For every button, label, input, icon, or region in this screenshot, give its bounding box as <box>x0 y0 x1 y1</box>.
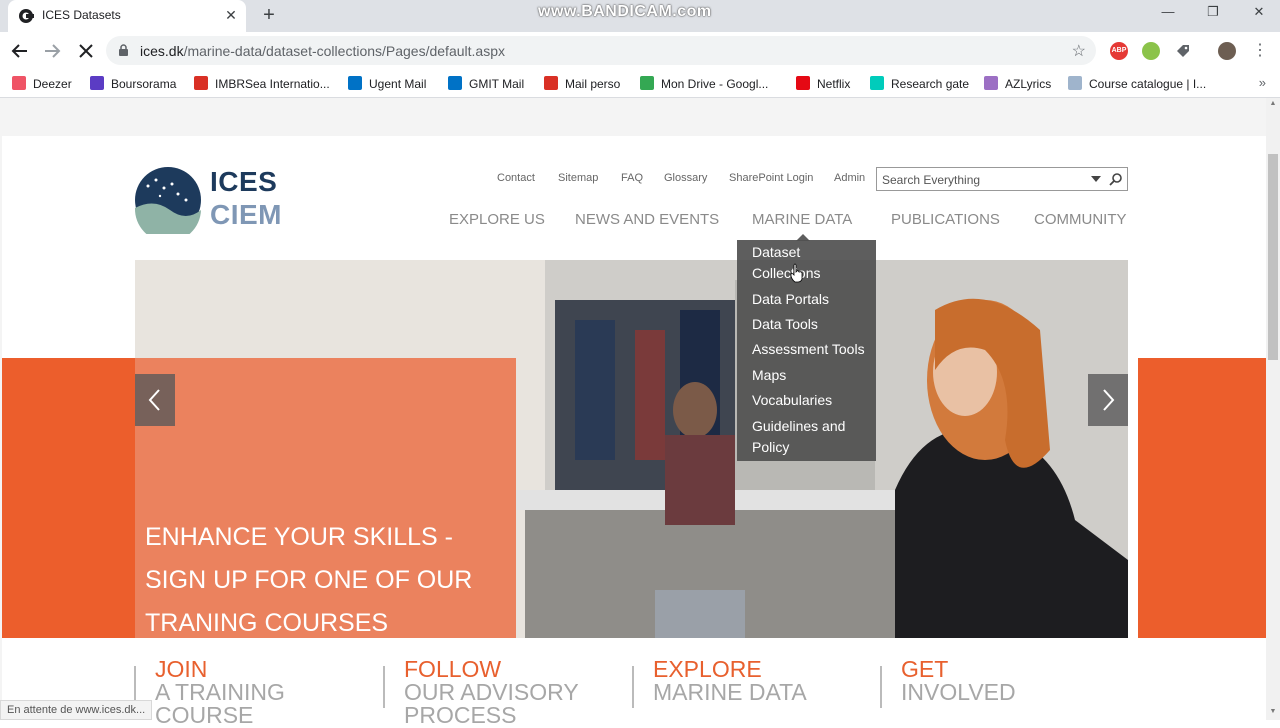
page-scrollbar[interactable]: ▲ ▼ <box>1266 98 1280 720</box>
dropdown-item-guidelines-and-policy[interactable]: Guidelines and Policy <box>752 416 845 458</box>
cta-divider <box>632 666 634 708</box>
bookmark-netflix[interactable]: Netflix <box>796 76 850 92</box>
restore-button[interactable]: ❐ <box>1193 4 1233 24</box>
tab-title: ICES Datasets <box>42 8 121 22</box>
back-arrow-icon[interactable] <box>8 40 32 62</box>
azlyrics-icon <box>984 76 998 90</box>
link-contact[interactable]: Contact <box>497 172 535 184</box>
bookmarks-bar: Deezer Boursorama IMBRSea Internatio... … <box>0 70 1280 98</box>
tag-extension-icon[interactable] <box>1174 42 1192 60</box>
netflix-icon <box>796 76 810 90</box>
bookmark-research-gate[interactable]: Research gate <box>870 76 969 92</box>
extension-color-icon[interactable] <box>1142 42 1160 60</box>
minimize-button[interactable]: — <box>1148 4 1188 24</box>
carousel-prev-arrow-icon[interactable] <box>135 374 175 426</box>
nav-explore-us[interactable]: EXPLORE US <box>449 211 545 228</box>
hero-headline[interactable]: ENHANCE YOUR SKILLS - SIGN UP FOR ONE OF… <box>145 516 472 638</box>
hero-carousel[interactable]: ENHANCE YOUR SKILLS - SIGN UP FOR ONE OF… <box>135 260 1128 638</box>
dropdown-item-dataset-collections[interactable]: Dataset Collections <box>752 242 820 284</box>
browser-menu-icon[interactable]: ⋮ <box>1248 40 1272 62</box>
hero-band-right <box>1138 358 1266 638</box>
dropdown-item-data-portals[interactable]: Data Portals <box>752 289 829 310</box>
link-glossary[interactable]: Glossary <box>664 172 707 184</box>
deezer-icon <box>12 76 26 90</box>
bookmark-boursorama[interactable]: Boursorama <box>90 76 176 92</box>
search-input[interactable]: Search Everything <box>882 173 980 187</box>
search-icon[interactable] <box>1109 172 1123 186</box>
url-text: ices.dk/marine-data/dataset-collections/… <box>140 43 505 59</box>
recorder-watermark: www.BANDICAM.com <box>538 3 712 20</box>
outlook-icon <box>348 76 362 90</box>
link-sitemap[interactable]: Sitemap <box>558 172 598 184</box>
address-bar[interactable]: ices.dk/marine-data/dataset-collections/… <box>106 36 1096 65</box>
ices-logo[interactable]: ICES CIEM <box>134 166 282 234</box>
cta-join-training[interactable]: JOIN A TRAINING COURSE <box>155 658 285 727</box>
bookmark-course-catalogue[interactable]: Course catalogue | I... <box>1068 76 1206 92</box>
logo-text-ciem: CIEM <box>210 199 282 230</box>
hero-overlay: ENHANCE YOUR SKILLS - SIGN UP FOR ONE OF… <box>135 358 516 638</box>
marine-data-dropdown: Dataset Collections Data Portals Data Too… <box>737 240 876 461</box>
close-window-button[interactable]: ✕ <box>1239 4 1279 24</box>
bookmark-ugent-mail[interactable]: Ugent Mail <box>348 76 426 92</box>
link-sharepoint-login[interactable]: SharePoint Login <box>729 172 813 184</box>
cta-divider <box>383 666 385 708</box>
dropdown-item-maps[interactable]: Maps <box>752 365 786 386</box>
bookmark-imbrsea[interactable]: IMBRSea Internatio... <box>194 76 330 92</box>
more-bookmarks-icon[interactable]: » <box>1259 75 1266 90</box>
ices-globe-icon <box>134 167 201 234</box>
ices-favicon-icon <box>19 9 34 23</box>
dropdown-item-data-tools[interactable]: Data Tools <box>752 314 818 335</box>
site-search[interactable]: Search Everything <box>876 167 1128 191</box>
search-scope-dropdown-icon[interactable] <box>1091 176 1101 182</box>
dropdown-item-vocabularies[interactable]: Vocabularies <box>752 390 832 411</box>
forward-arrow-icon[interactable] <box>40 40 64 62</box>
boursorama-icon <box>90 76 104 90</box>
nav-news-and-events[interactable]: NEWS AND EVENTS <box>575 211 719 228</box>
carousel-next-arrow-icon[interactable] <box>1088 374 1128 426</box>
scroll-up-icon[interactable]: ▲ <box>1269 100 1277 107</box>
nav-marine-data[interactable]: MARINE DATA <box>752 211 852 228</box>
nav-publications[interactable]: PUBLICATIONS <box>891 211 1000 228</box>
star-bookmark-icon <box>1068 76 1082 90</box>
scroll-thumb[interactable] <box>1268 154 1278 360</box>
hand-cursor-icon <box>790 263 803 283</box>
cta-follow-advisory[interactable]: FOLLOW OUR ADVISORY PROCESS <box>404 658 579 727</box>
gmail-icon <box>194 76 208 90</box>
logo-text-ices: ICES <box>210 166 278 197</box>
lock-icon <box>119 44 128 56</box>
browser-toolbar: ices.dk/marine-data/dataset-collections/… <box>0 32 1280 70</box>
link-admin[interactable]: Admin <box>834 172 865 184</box>
outlook-icon <box>448 76 462 90</box>
bookmark-mail-perso[interactable]: Mail perso <box>544 76 620 92</box>
bookmark-deezer[interactable]: Deezer <box>12 76 72 92</box>
bookmark-star-icon[interactable]: ☆ <box>1072 41 1086 61</box>
link-faq[interactable]: FAQ <box>621 172 643 184</box>
status-bar: En attente de www.ices.dk... <box>0 700 153 720</box>
cta-divider <box>880 666 882 708</box>
bookmark-gmit-mail[interactable]: GMIT Mail <box>448 76 524 92</box>
researchgate-icon <box>870 76 884 90</box>
gmail-icon <box>544 76 558 90</box>
tab-strip: ICES Datasets ✕ + www.BANDICAM.com — ❐ ✕ <box>0 0 1280 32</box>
google-drive-icon <box>640 76 654 90</box>
cta-explore-marine-data[interactable]: EXPLORE MARINE DATA <box>653 658 807 704</box>
new-tab-button[interactable]: + <box>258 5 280 27</box>
bookmark-azlyrics[interactable]: AZLyrics <box>984 76 1051 92</box>
profile-avatar[interactable] <box>1218 42 1236 60</box>
tab-close-icon[interactable]: ✕ <box>222 6 240 24</box>
scroll-down-icon[interactable]: ▼ <box>1269 708 1277 715</box>
hero-band-left <box>2 358 135 638</box>
stop-loading-icon[interactable] <box>74 40 98 62</box>
adblock-extension-icon[interactable]: ABP <box>1110 42 1128 60</box>
cta-get-involved[interactable]: GET INVOLVED <box>901 658 1016 704</box>
bookmark-google-drive[interactable]: Mon Drive - Googl... <box>640 76 768 92</box>
browser-tab[interactable]: ICES Datasets ✕ <box>8 0 246 32</box>
nav-community[interactable]: COMMUNITY <box>1034 211 1127 228</box>
dropdown-item-assessment-tools[interactable]: Assessment Tools <box>752 339 865 360</box>
